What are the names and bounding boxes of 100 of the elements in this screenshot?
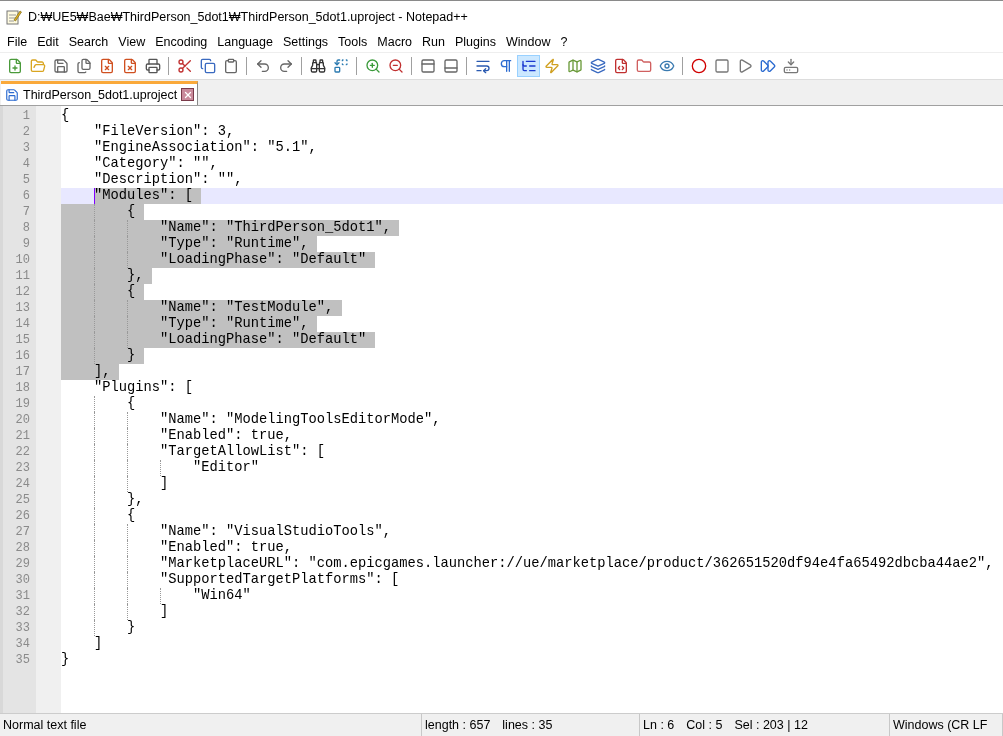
line-number: 17 — [14, 364, 31, 380]
line-number: 22 — [14, 444, 31, 460]
status-text: Normal text file — [3, 718, 87, 732]
code-line: { — [61, 108, 70, 124]
code-line: } — [126, 620, 136, 636]
zoom-in-icon — [364, 58, 381, 74]
floppy-icon — [5, 87, 19, 102]
window-title: D:₩UE5₩Bae₩ThirdPerson_5dot1₩ThirdPerson_5dot1.uproject - Notepad++ — [28, 9, 468, 24]
line-number: 26 — [14, 508, 31, 524]
line-number: 4 — [21, 156, 31, 172]
close-icon[interactable] — [181, 88, 195, 101]
line-number: 35 — [14, 652, 31, 668]
line-number: 27 — [14, 524, 31, 540]
menu-item[interactable]: Run — [417, 35, 450, 49]
line-number: 20 — [14, 412, 31, 428]
line-number: 28 — [14, 540, 31, 556]
menu-item[interactable]: View — [113, 35, 151, 49]
redo-icon — [277, 58, 294, 74]
code-line: ] — [93, 636, 103, 652]
menu-item[interactable]: Search — [63, 35, 114, 49]
line-number: 7 — [21, 204, 31, 220]
line-number: 12 — [14, 284, 31, 300]
menu-item[interactable]: Edit — [32, 35, 64, 49]
line-number: 2 — [21, 124, 31, 140]
status-text: lines : 35 — [502, 718, 553, 732]
stop-icon — [713, 58, 730, 74]
binoculars-icon — [309, 58, 326, 74]
replace-icon — [332, 58, 349, 74]
wrap-text-icon — [474, 58, 491, 74]
menu-item[interactable]: Macro — [372, 35, 418, 49]
panel-icon — [419, 58, 436, 74]
floppy-icon — [52, 58, 69, 74]
line-number: 34 — [14, 636, 31, 652]
line-number: 29 — [14, 556, 31, 572]
code-line: "Name": "ModelingToolsEditorMode", — [159, 412, 441, 428]
code-line: { — [126, 508, 136, 524]
line-number: 21 — [14, 428, 31, 444]
notepad-icon — [6, 8, 22, 25]
code-line: "Description": "", — [93, 172, 243, 188]
code-line: "Enabled": true, — [159, 428, 293, 444]
menu-item[interactable]: Encoding — [150, 35, 213, 49]
code-line: "EngineAssociation": "5.1", — [93, 140, 317, 156]
copy-icon — [199, 58, 216, 74]
code-line: "MarketplaceURL": "com.epicgames.launcher://ue/marketplace/product/362651520df94e4fa65492dbcba44ae2", — [159, 556, 994, 572]
line-number: 3 — [21, 140, 31, 156]
eye-icon — [658, 58, 675, 74]
line-number: 9 — [21, 236, 31, 252]
close-file-icon — [98, 58, 115, 74]
line-number: 13 — [14, 300, 31, 316]
menu-item[interactable]: Plugins — [449, 35, 501, 49]
folder-icon — [635, 58, 652, 74]
line-number: 25 — [14, 492, 31, 508]
line-number: 15 — [14, 332, 31, 348]
line-number: 23 — [14, 460, 31, 476]
menu-item[interactable]: Settings — [277, 35, 334, 49]
code-line: } — [61, 652, 70, 668]
lightning-icon — [543, 58, 560, 74]
line-number: 10 — [14, 252, 31, 268]
status-text: Col : 5 — [686, 718, 723, 732]
code-line: "Enabled": true, — [159, 540, 293, 556]
menu-item[interactable]: ? — [555, 35, 573, 49]
line-number: 30 — [14, 572, 31, 588]
code-line: "Name": "VisualStudioTools", — [159, 524, 392, 540]
line-number: 31 — [14, 588, 31, 604]
status-text: length : 657 — [425, 718, 491, 732]
line-number: 11 — [14, 268, 31, 284]
toolbar-button[interactable] — [517, 55, 540, 77]
new-file-icon — [6, 58, 23, 74]
line-number: 1 — [21, 108, 31, 124]
undo-icon — [254, 58, 271, 74]
line-number: 33 — [14, 620, 31, 636]
status-text: Windows (CR LF — [893, 718, 988, 732]
panel-icon — [442, 58, 459, 74]
code-line: "Plugins": [ — [93, 380, 194, 396]
code-line: "Editor" — [192, 460, 260, 476]
clipboard-icon — [222, 58, 239, 74]
status-text: Ln : 6 — [643, 718, 675, 732]
line-number: 16 — [14, 348, 31, 364]
scissors-icon — [176, 58, 193, 74]
code-line: ] — [159, 604, 169, 620]
code-line: { — [126, 396, 136, 412]
tab-label: ThirdPerson_5dot1.uproject — [23, 87, 178, 102]
line-number: 32 — [14, 604, 31, 620]
line-number: 6 — [21, 188, 31, 204]
fast-forward-icon — [759, 58, 776, 74]
line-number: 24 — [14, 476, 31, 492]
menu-item[interactable]: Language — [212, 35, 278, 49]
file-tab[interactable]: ThirdPerson_5dot1.uproject — [1, 81, 199, 105]
line-number: 5 — [21, 172, 31, 188]
menu-item[interactable]: Window — [500, 35, 556, 49]
close-file-icon — [121, 58, 138, 74]
menu-item[interactable]: Tools — [333, 35, 373, 49]
zoom-out-icon — [387, 58, 404, 74]
line-number: 14 — [14, 316, 31, 332]
line-number: 8 — [21, 220, 31, 236]
menu-item[interactable]: File — [2, 35, 33, 49]
folder-icon — [29, 58, 46, 74]
map-icon — [566, 58, 583, 74]
printer-icon — [144, 58, 161, 74]
code-line: "FileVersion": 3, — [93, 124, 235, 140]
